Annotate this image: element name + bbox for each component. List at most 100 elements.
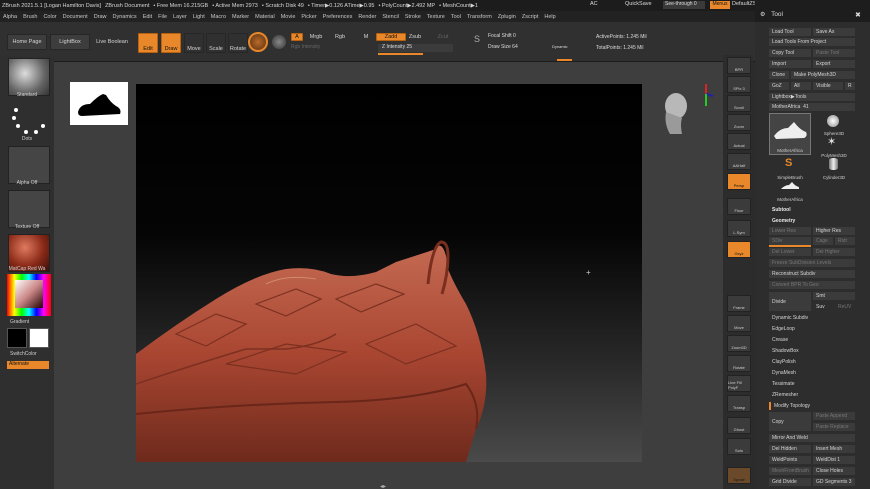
brush-s-icon[interactable]: S	[474, 34, 480, 44]
focal-shift-slider[interactable]: Focal Shift 0	[488, 33, 573, 41]
dynamesh-section[interactable]: DynaMesh	[769, 369, 855, 377]
zremesher-section[interactable]: ZRemesher	[769, 391, 855, 399]
tool-thumb-simplebrush[interactable]: S SimpleBrush	[769, 157, 811, 180]
shelf-button-spix-3[interactable]: SPix 3	[727, 76, 751, 93]
bottom-tray-arrows-icon[interactable]: ◂▸	[380, 483, 386, 489]
load-tools-project-button[interactable]: Load Tools From Project	[769, 38, 855, 46]
quicksave-button[interactable]: QuickSave	[625, 1, 652, 7]
dynamic-subdiv-section[interactable]: Dynamic Subdiv	[769, 314, 855, 322]
menu-item[interactable]: Document	[60, 14, 91, 20]
meshfrombrush-button[interactable]: MeshFromBrush	[769, 467, 811, 475]
menu-item[interactable]: Zplugin	[495, 14, 519, 20]
reference-image[interactable]	[70, 82, 128, 125]
freeze-subdiv-button[interactable]: Freeze SubDivision Levels	[769, 259, 855, 267]
tool-thumb-motherafrica[interactable]: MotherAfrica	[769, 113, 811, 155]
mirror-weld-button[interactable]: Mirror And Weld	[769, 434, 855, 442]
a-button[interactable]: A	[291, 33, 303, 41]
paste-tool-button[interactable]: Paste Tool	[813, 49, 855, 57]
menu-item[interactable]: Help	[541, 14, 558, 20]
save-as-button[interactable]: Save As	[813, 28, 855, 36]
make-polymesh-button[interactable]: Make PolyMesh3D	[791, 71, 855, 79]
shelf-button-rotate[interactable]: Rotate	[727, 355, 751, 372]
convert-bpr-button[interactable]: Convert BPR To Geo	[769, 281, 855, 289]
edgeloop-section[interactable]: EdgeLoop	[769, 325, 855, 333]
menu-item[interactable]: Layer	[170, 14, 190, 20]
shelf-button-bpr[interactable]: BPR	[727, 57, 751, 74]
clone-button[interactable]: Clone	[769, 71, 789, 79]
lower-res-button[interactable]: Lower Res	[769, 227, 811, 235]
lightbox-button[interactable]: LightBox	[50, 34, 90, 50]
higher-res-button[interactable]: Higher Res	[813, 227, 855, 235]
shelf-button-actual[interactable]: Actual	[727, 133, 751, 150]
menu-item[interactable]: Render	[355, 14, 379, 20]
draw-button[interactable]: Draw	[161, 33, 181, 53]
shelf-button-move[interactable]: Move	[727, 315, 751, 332]
suv-toggle[interactable]: Suv	[813, 303, 833, 311]
del-hidden-button[interactable]: Del Hidden	[769, 445, 811, 453]
rotate-button[interactable]: Rotate	[228, 33, 248, 53]
ac-label[interactable]: AC	[590, 1, 598, 7]
move-button[interactable]: Move	[184, 33, 204, 53]
divide-button[interactable]: Divide	[769, 292, 811, 311]
gd-segments-slider[interactable]: GD Segments 3	[813, 478, 855, 486]
material-sphere-icon[interactable]	[248, 32, 268, 52]
texture-thumb[interactable]	[8, 190, 50, 228]
rgb-intensity-slider[interactable]: Rgb Intensity	[291, 44, 376, 52]
menu-item[interactable]: Transform	[464, 14, 495, 20]
alpha-thumb[interactable]	[8, 146, 50, 184]
menus-button[interactable]: Menus	[710, 1, 730, 9]
copy-button[interactable]: Copy	[769, 412, 811, 431]
shelf-button-xpose[interactable]: Xpose	[727, 467, 751, 484]
shelf-button-transp[interactable]: Transp	[727, 395, 751, 412]
shelf-button-persp[interactable]: Persp	[727, 173, 751, 190]
geometry-header[interactable]: Geometry	[769, 217, 855, 225]
shelf-button-gxyz[interactable]: Gxyz	[727, 241, 751, 258]
menu-item[interactable]: Preferences	[320, 14, 356, 20]
menu-item[interactable]: Material	[252, 14, 278, 20]
menu-item[interactable]: Stencil	[379, 14, 402, 20]
shadowbox-section[interactable]: ShadowBox	[769, 347, 855, 355]
secondary-color-swatch[interactable]	[29, 328, 49, 348]
goz-r-button[interactable]: R	[845, 82, 855, 90]
zadd-button[interactable]: Zadd	[376, 33, 406, 41]
menu-item[interactable]: Zscript	[519, 14, 542, 20]
alternate-button[interactable]: Alternate	[7, 361, 49, 369]
paste-append-button[interactable]: Paste Append	[813, 412, 855, 420]
shelf-button-l-sym[interactable]: L.Sym	[727, 220, 751, 237]
shelf-button-floor[interactable]: Floor	[727, 198, 751, 215]
del-lower-button[interactable]: Del Lower	[769, 248, 811, 256]
copy-tool-button[interactable]: Copy Tool	[769, 49, 811, 57]
weldpoints-button[interactable]: WeldPoints	[769, 456, 811, 464]
shelf-button-solo[interactable]: Solo	[727, 438, 751, 455]
tessimate-section[interactable]: Tessimate	[769, 380, 855, 388]
draw-size-slider[interactable]: Draw Size 64	[488, 44, 538, 52]
color-picker[interactable]	[7, 274, 51, 316]
shelf-button-line-fill-polyf[interactable]: Line Fill PolyF	[727, 375, 751, 392]
3d-viewport[interactable]	[135, 84, 642, 462]
close-holes-button[interactable]: Close Holes	[813, 467, 855, 475]
menu-item[interactable]: Marker	[229, 14, 252, 20]
menu-item[interactable]: Edit	[140, 14, 155, 20]
menu-item[interactable]: Light	[190, 14, 208, 20]
menu-item[interactable]: Movie	[278, 14, 299, 20]
tool-thumb-polymesh3d[interactable]: ✶ PolyMesh3D	[813, 135, 855, 158]
goz-button[interactable]: GoZ	[769, 82, 789, 90]
menu-item[interactable]: Color	[40, 14, 59, 20]
subtool-header[interactable]: Subtool	[769, 206, 855, 214]
color-swatch-square[interactable]	[15, 280, 43, 308]
shelf-button-scroll[interactable]: Scroll	[727, 95, 751, 112]
shelf-button-zoom[interactable]: Zoom	[727, 114, 751, 131]
menu-item[interactable]: File	[155, 14, 170, 20]
paste-replace-button[interactable]: Paste Replace	[813, 423, 855, 431]
menu-item[interactable]: Dynamics	[110, 14, 140, 20]
main-color-swatch[interactable]	[7, 328, 27, 348]
scale-button[interactable]: Scale	[206, 33, 226, 53]
shelf-button-ghost[interactable]: Ghost	[727, 417, 751, 434]
lightbox-tools-button[interactable]: Lightbox▶Tools	[769, 93, 855, 101]
shelf-button-zoom3d[interactable]: Zoom3D	[727, 335, 751, 352]
menu-item[interactable]: Macro	[208, 14, 229, 20]
texture-sphere-icon[interactable]	[272, 35, 286, 49]
edit-button[interactable]: Edit	[138, 33, 158, 53]
del-higher-button[interactable]: Del Higher	[813, 248, 855, 256]
goz-visible-button[interactable]: Visible	[813, 82, 843, 90]
